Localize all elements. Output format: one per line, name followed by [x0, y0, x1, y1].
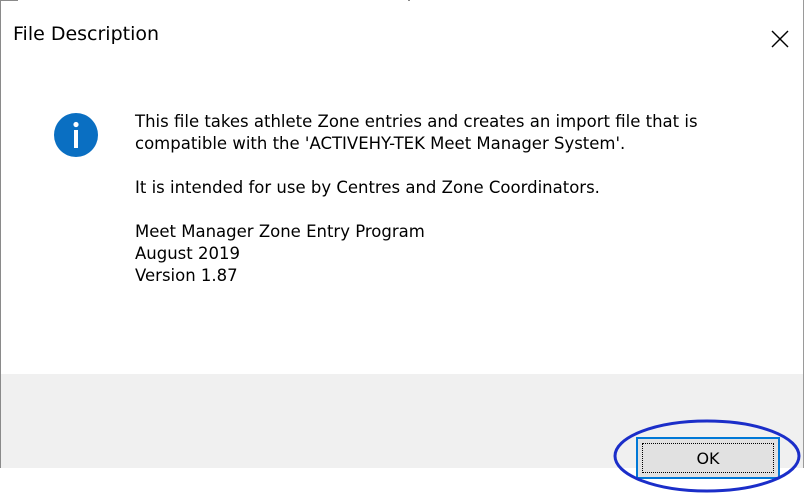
version-label: Version 1.87 — [135, 266, 238, 285]
program-name: Meet Manager Zone Entry Program — [135, 222, 425, 241]
dialog-title: File Description — [13, 23, 160, 45]
message-text: This file takes athlete Zone entries and… — [135, 111, 775, 287]
button-bar: OK — [1, 374, 803, 479]
file-description-dialog: File Description This file takes athlete… — [0, 0, 804, 493]
message-paragraph-description: This file takes athlete Zone entries and… — [135, 112, 698, 153]
ok-button[interactable]: OK — [636, 437, 780, 479]
title-bar[interactable]: File Description — [1, 1, 803, 77]
release-date: August 2019 — [135, 244, 240, 263]
ok-button-label: OK — [696, 448, 720, 468]
message-area: This file takes athlete Zone entries and… — [1, 77, 803, 374]
message-paragraph-audience: It is intended for use by Centres and Zo… — [135, 178, 600, 197]
info-icon — [54, 113, 98, 157]
close-button[interactable] — [757, 1, 803, 77]
close-icon — [771, 30, 789, 48]
